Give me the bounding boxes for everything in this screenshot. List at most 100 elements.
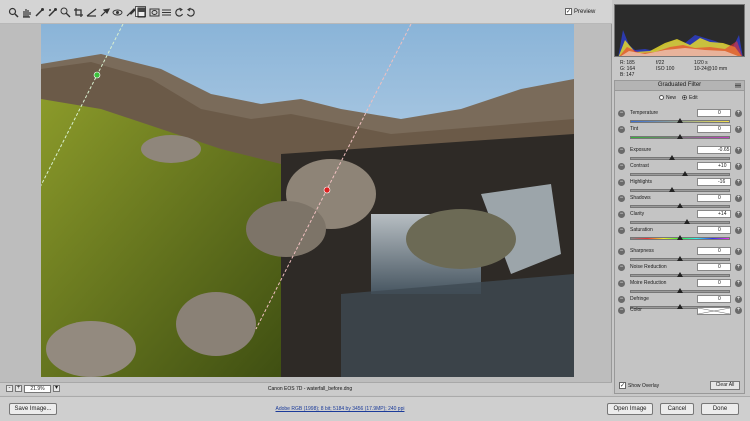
show-overlay-label: Show Overlay [628,382,660,389]
graduated-filter-icon[interactable] [135,6,146,18]
radial-filter-icon[interactable] [148,6,160,17]
tint-plus-button[interactable]: + [735,126,742,133]
exposure-slider[interactable] [630,155,730,160]
temperature-slider[interactable] [630,118,730,123]
panel-menu-icon[interactable] [735,83,741,88]
save-image-button[interactable]: Save Image... [9,403,57,415]
exposure-slider-thumb[interactable] [669,155,676,160]
tint-value-field[interactable]: 0 [697,125,731,133]
highlights-minus-button[interactable]: − [618,179,625,186]
sharpness-minus-button[interactable]: − [618,248,625,255]
temperature-slider-thumb[interactable] [677,118,683,123]
shadows-slider-thumb[interactable] [677,203,683,208]
clarity-slider-thumb[interactable] [683,219,690,224]
contrast-value-field[interactable]: +10 [697,162,731,170]
adjustment-brush-icon[interactable] [124,6,136,17]
targeted-adjustment-icon[interactable] [59,6,71,18]
temperature-plus-button[interactable]: + [735,110,742,117]
color-plus-button[interactable]: + [735,307,742,314]
moire-reduction-minus-button[interactable]: − [618,280,625,287]
color-sampler-icon[interactable] [46,6,57,17]
zoom-in-button[interactable]: + [15,385,22,392]
saturation-value-field[interactable]: 0 [697,226,731,234]
tint-minus-button[interactable]: − [618,126,625,133]
open-image-button[interactable]: Open Image [607,403,653,415]
temperature-minus-button[interactable]: − [618,110,625,117]
noise-reduction-minus-button[interactable]: − [618,264,625,271]
zoom-out-button[interactable]: - [6,385,13,392]
shadows-value-field[interactable]: 0 [697,194,731,202]
noise-reduction-value-field[interactable]: 0 [697,263,731,271]
highlights-slider[interactable] [630,187,730,192]
saturation-slider[interactable] [630,235,730,240]
clarity-slider[interactable] [630,219,730,224]
saturation-slider-thumb[interactable] [677,235,683,240]
contrast-minus-button[interactable]: − [618,163,625,170]
contrast-plus-button[interactable]: + [735,163,742,170]
rotate-cw-icon[interactable] [184,6,195,17]
sharpness-plus-button[interactable]: + [735,248,742,255]
clarity-plus-button[interactable]: + [735,211,742,218]
saturation-plus-button[interactable]: + [735,227,742,234]
clarity-minus-button[interactable]: − [618,211,625,218]
straighten-icon[interactable] [85,6,97,17]
tint-slider-thumb[interactable] [677,134,683,139]
cancel-button[interactable]: Cancel [660,403,694,415]
moire-reduction-slider[interactable] [630,288,730,293]
hand-icon[interactable] [20,6,31,18]
moire-reduction-slider-thumb[interactable] [677,288,683,293]
crop-icon[interactable] [72,6,83,17]
sharpness-value-field[interactable]: 0 [697,247,731,255]
temperature-value-field[interactable]: 0 [697,109,731,117]
shadows-minus-button[interactable]: − [618,195,625,202]
highlights-plus-button[interactable]: + [735,179,742,186]
mode-edit-radio[interactable] [682,95,688,101]
preview-checkbox[interactable]: ✓ [565,8,572,15]
exposure-plus-button[interactable]: + [735,147,742,154]
tint-slider[interactable] [630,134,730,139]
color-minus-button[interactable]: − [618,307,625,314]
clarity-value-field[interactable]: +14 [697,210,731,218]
sharpness-slider[interactable] [630,256,730,261]
highlights-label: Highlights [630,179,652,185]
contrast-slider[interactable] [630,171,730,176]
show-overlay-checkbox[interactable]: ✓ [619,382,626,389]
show-overlay-toggle[interactable]: ✓ Show Overlay [619,382,659,389]
shadows-plus-button[interactable]: + [735,195,742,202]
shadows-slider[interactable] [630,203,730,208]
contrast-slider-thumb[interactable] [681,171,688,176]
color-swatch[interactable] [697,307,731,315]
defringe-value-field[interactable]: 0 [697,295,731,303]
highlights-slider-thumb[interactable] [669,187,676,192]
noise-reduction-plus-button[interactable]: + [735,264,742,271]
photo-preview[interactable] [41,24,574,377]
preferences-icon[interactable] [160,6,171,17]
saturation-minus-button[interactable]: − [618,227,625,234]
zoom-icon[interactable] [7,6,19,18]
zoom-level-field[interactable]: 21.9% [24,385,51,393]
image-canvas[interactable] [0,24,612,382]
preview-toggle[interactable]: ✓ Preview [565,8,595,15]
spot-removal-icon[interactable] [98,6,110,17]
sharpness-slider-thumb[interactable] [677,256,683,261]
clear-all-button[interactable]: Clear All [710,381,740,390]
exposure-value-field[interactable]: -0.65 [697,146,731,154]
mode-edit[interactable]: Edit [682,95,698,101]
workflow-options-link[interactable]: Adobe RGB (1998); 8 bit; 5184 by 3456 (1… [240,406,440,412]
red-eye-icon[interactable] [111,6,123,17]
highlights-value-field[interactable]: -16 [697,178,731,186]
defringe-plus-button[interactable]: + [735,296,742,303]
noise-reduction-slider-thumb[interactable] [677,272,683,277]
moire-reduction-value-field[interactable]: 0 [697,279,731,287]
mode-new[interactable]: New [659,95,676,101]
exposure-minus-button[interactable]: − [618,147,625,154]
mode-new-radio[interactable] [659,95,664,101]
saturation-row: − Saturation 0 + [615,226,746,243]
moire-reduction-plus-button[interactable]: + [735,280,742,287]
defringe-minus-button[interactable]: − [618,296,625,303]
noise-reduction-slider[interactable] [630,272,730,277]
done-button[interactable]: Done [701,403,739,415]
zoom-dropdown-button[interactable]: ▾ [53,385,60,392]
rotate-ccw-icon[interactable] [173,6,184,17]
white-balance-icon[interactable] [33,6,44,17]
